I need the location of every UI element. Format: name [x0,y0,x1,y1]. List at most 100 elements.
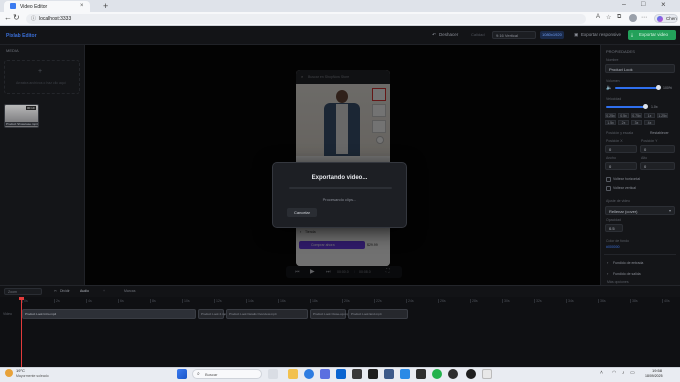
audio-button[interactable]: Audio [80,289,89,293]
taskbar-search[interactable]: ⌕ Buscar [192,369,262,379]
more-menu-icon[interactable]: ⋯ [641,14,647,21]
speed-slider[interactable] [606,106,646,108]
ruler-tick [118,299,119,303]
mail-icon[interactable] [336,369,346,379]
more-options-label[interactable]: Más opciones [607,280,629,284]
task-view-icon[interactable] [268,369,278,379]
maximize-icon[interactable]: □ [641,1,645,8]
undo-button[interactable]: ↶ Deshacer [432,31,464,39]
profile-avatar-icon[interactable] [629,14,637,22]
marks-button[interactable]: Marcas [124,289,135,293]
volume-slider[interactable] [615,87,659,89]
photos-icon[interactable] [352,369,362,379]
refresh-icon[interactable]: ↻ [13,13,20,22]
obs-icon[interactable] [448,369,458,379]
ruler-tick-label: 16s [280,299,286,303]
resolution-select[interactable]: 9:16 Vertical [492,31,536,39]
fade-in-label[interactable]: Fundido de entrada [613,261,643,265]
minimize-icon[interactable]: – [622,1,626,8]
volume-icon[interactable]: 🔈 [606,85,612,91]
export-modal: Exportando video... Procesando clips... … [272,162,407,228]
export-options-button[interactable]: ▣ Exportar responsive [574,31,624,39]
export-video-button[interactable]: ⤓ Exportar video [628,30,676,40]
thumb-duration: 00:10 [26,106,36,110]
timeline-clip-1[interactable]: Product Look Intro.mp4 [22,309,196,319]
edge-icon[interactable] [304,369,314,379]
github-icon[interactable] [416,369,426,379]
tab-favicon-icon [10,3,16,9]
url-field[interactable]: ⓘ localhost:3333 [26,14,586,24]
flip-h-label: Voltear horizontal [613,177,641,181]
media-dropzone[interactable]: + Arrastra archivos o haz clic aquí [4,60,80,94]
name-input[interactable]: Product Look [605,64,675,73]
speed-knob[interactable] [643,104,648,109]
collections-icon[interactable]: ⧉ [617,14,621,21]
timeline-clip-5[interactable]: Product Look End.mp4 [348,309,408,319]
split-button[interactable]: Dividir [60,289,70,293]
fit-select[interactable]: Rellenar (cover) ▾ [605,206,675,215]
start-menu-icon[interactable] [177,369,187,379]
y-input[interactable]: 0 [640,145,675,153]
fade-out-chevron-icon[interactable]: › [607,271,608,276]
resolution-badge-text: 1080x1920 [542,32,562,37]
info-icon[interactable]: ⓘ [31,15,36,22]
speed-preset-5[interactable]: 1.5x [605,120,616,125]
battery-icon[interactable]: ▭ [630,370,635,376]
weather-icon[interactable] [5,369,13,377]
copilot-button[interactable]: Chen [654,14,678,23]
speed-preset-8[interactable]: 4x [644,120,655,125]
settings-app-icon[interactable] [384,369,394,379]
vscode-icon[interactable] [400,369,410,379]
tab-close-icon[interactable]: × [80,3,84,9]
bg-color-value[interactable]: #000000 [606,245,620,249]
browser-tab[interactable]: Video Editor × [4,1,90,12]
notes-icon[interactable] [482,369,492,379]
fade-out-label[interactable]: Fundido de salida [613,272,641,276]
speed-preset-7[interactable]: 3x [631,120,642,125]
store-icon[interactable] [320,369,330,379]
zoom-control[interactable]: Zoom [4,288,42,295]
ruler-tick-label: 0s [24,299,28,303]
opacity-input[interactable]: 0.5 [605,224,623,232]
clip-4-label: Product Look Close-up.mp4 [313,312,351,316]
flip-h-checkbox[interactable] [606,177,611,182]
media-thumbnail[interactable]: 00:10 Product Showcase.mp4 [4,104,39,128]
cancel-label: Cancelar [293,210,310,215]
speed-preset-6[interactable]: 2x [618,120,629,125]
cancel-export-button[interactable]: Cancelar [287,208,317,217]
speed-preset-1[interactable]: 0.5x [618,113,629,118]
terminal-icon[interactable] [368,369,378,379]
ruler-tick-label: 40s [664,299,670,303]
x-input[interactable]: 0 [605,145,637,153]
favorite-icon[interactable]: ☆ [606,14,611,21]
height-input[interactable]: 0 [640,162,675,170]
timeline-clip-4[interactable]: Product Look Close-up.mp4 [310,309,350,319]
spotify-icon[interactable] [432,369,442,379]
playhead-handle[interactable] [19,297,24,300]
ruler-tick [342,299,343,303]
read-aloud-icon[interactable]: A [596,14,600,20]
app-icon[interactable] [466,369,476,379]
timeline-clip-2[interactable]: Product Look 2.mp4 [198,309,228,319]
speed-preset-0[interactable]: 0.25x [605,113,616,118]
add-icon[interactable]: + [103,289,105,293]
speed-preset-2[interactable]: 0.75x [631,113,642,118]
fade-in-chevron-icon[interactable]: › [607,260,608,265]
close-window-icon[interactable]: × [661,0,666,9]
back-icon[interactable]: ← [4,13,12,22]
new-tab-icon[interactable]: + [103,1,108,11]
speed-preset-3[interactable]: 1x [644,113,655,118]
reset-button[interactable]: Restablecer [650,131,669,135]
tray-chevron-icon[interactable]: ˄ [600,370,603,376]
speaker-icon[interactable]: ♪ [622,370,625,376]
file-explorer-icon[interactable] [288,369,298,379]
flip-v-checkbox[interactable] [606,186,611,191]
fit-value: Rellenar (cover) [609,209,638,214]
speed-preset-4[interactable]: 1.25x [657,113,668,118]
split-icon[interactable]: ✂ [54,289,57,293]
timeline-clip-3[interactable]: Product Look Details Overview.mp4 [226,309,308,319]
volume-knob[interactable] [656,85,661,90]
wifi-icon[interactable]: ◠ [612,370,616,376]
playhead[interactable] [21,298,22,367]
width-input[interactable]: 0 [605,162,637,170]
